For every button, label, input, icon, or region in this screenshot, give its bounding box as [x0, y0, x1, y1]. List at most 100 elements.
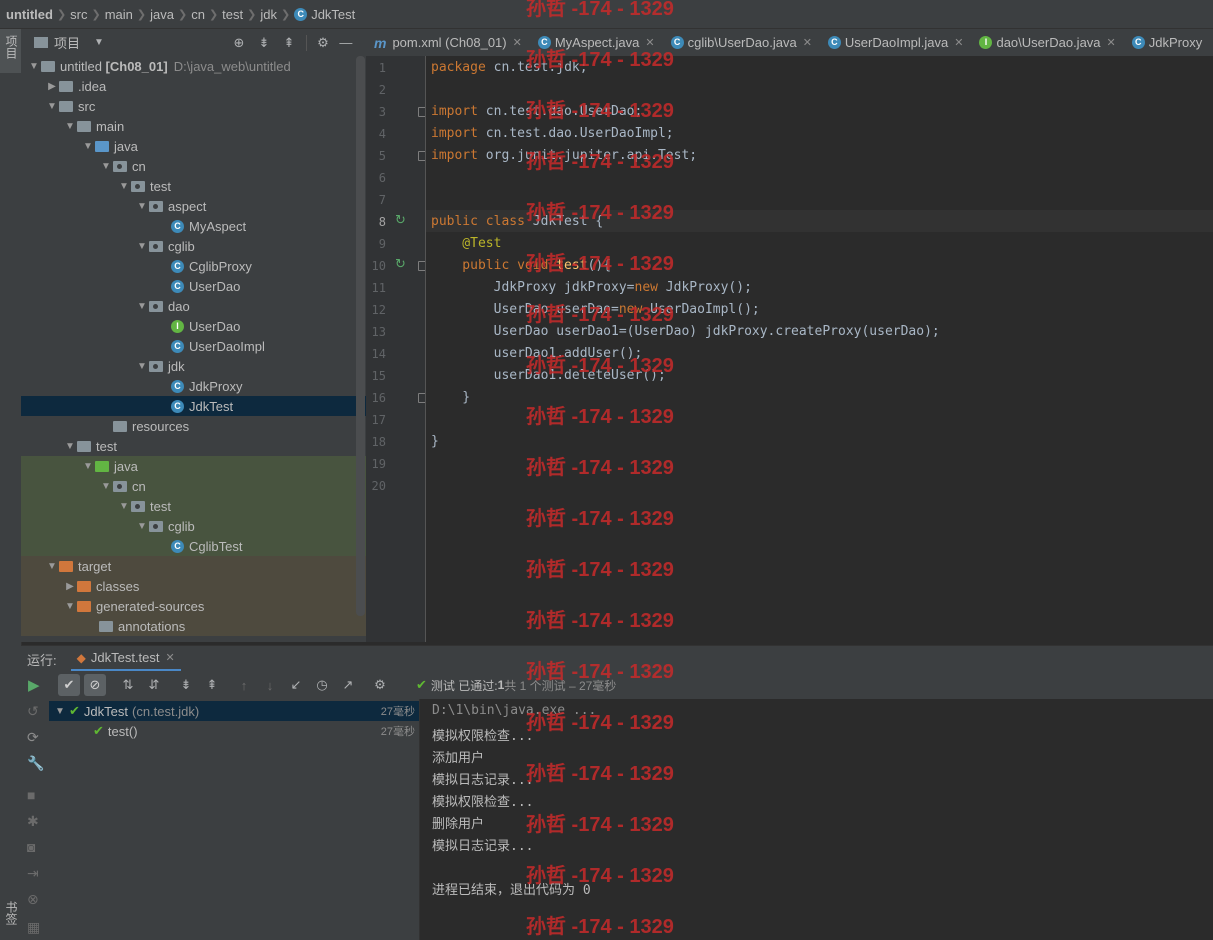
chevron-down-icon[interactable]: ▼ — [55, 706, 67, 717]
chevron-right-icon[interactable]: ▶ — [63, 581, 77, 592]
tree-item[interactable]: ▶ classes — [21, 576, 366, 596]
tree-item[interactable]: C CglibProxy — [21, 256, 366, 276]
history-icon[interactable]: ◷ — [312, 677, 332, 693]
stop-icon[interactable]: ■ — [27, 787, 35, 803]
tree-item[interactable]: I UserDao — [21, 316, 366, 336]
bookmarks-tool-label[interactable]: 书签 — [3, 901, 20, 925]
close-icon[interactable]: ✕ — [513, 36, 522, 49]
tree-item[interactable]: ▼ src — [21, 96, 366, 116]
tree-item[interactable]: ▼ cglib — [21, 236, 366, 256]
chevron-down-icon[interactable]: ▼ — [117, 181, 131, 192]
tree-item[interactable]: ▼ test — [21, 436, 366, 456]
pin-icon[interactable]: ⊗ — [27, 891, 39, 908]
show-ignored-icon[interactable]: ⊘ — [84, 674, 106, 696]
breadcrumb-item[interactable]: test — [222, 7, 243, 22]
tree-scrollbar[interactable] — [356, 56, 365, 616]
tree-item[interactable]: C UserDao — [21, 276, 366, 296]
tree-item[interactable]: ▼ cglib — [21, 516, 366, 536]
chevron-down-icon[interactable]: ▼ — [63, 441, 77, 452]
tab-cglib-userdao[interactable]: Ccglib\UserDao.java ✕ — [663, 29, 820, 56]
rerun-failed-icon[interactable]: ↺ — [27, 703, 39, 720]
tree-root[interactable]: ▼ untitled [Ch08_01] D:\java_web\untitled — [21, 56, 366, 76]
tab-jdkproxy[interactable]: C JdkProxy — [1124, 29, 1210, 56]
layout-icon[interactable]: ▦ — [27, 919, 40, 936]
breadcrumb-item[interactable]: untitled — [6, 7, 53, 22]
breadcrumb-item[interactable]: cn — [191, 7, 205, 22]
tree-item[interactable]: resources — [21, 416, 366, 436]
arrow-up-icon[interactable]: ↑ — [234, 678, 254, 693]
chevron-down-icon[interactable]: ▼ — [135, 361, 149, 372]
collapse-all-icon[interactable]: ⇞ — [280, 35, 298, 51]
tree-item[interactable]: ▼ test — [21, 496, 366, 516]
tree-item[interactable]: C UserDaoImpl — [21, 336, 366, 356]
tab-userdaoimpl[interactable]: C UserDaoImpl.java ✕ — [820, 29, 972, 56]
run-tab[interactable]: ◆ JdkTest.test ✕ — [70, 646, 181, 672]
tree-item[interactable]: ▼ target — [21, 556, 366, 576]
close-icon[interactable]: ✕ — [803, 36, 812, 49]
close-icon[interactable]: ✕ — [166, 651, 175, 664]
tree-item[interactable]: ▼ java — [21, 456, 366, 476]
project-tool-button[interactable]: 项目 — [0, 29, 21, 73]
exit-icon[interactable]: ⇥ — [27, 865, 39, 882]
rerun-icon[interactable]: ▶ — [28, 676, 46, 694]
chevron-down-icon[interactable]: ▼ — [135, 241, 149, 252]
chevron-down-icon[interactable]: ▼ — [63, 121, 77, 132]
chevron-down-icon[interactable]: ▼ — [81, 461, 95, 472]
chevron-down-icon[interactable]: ▼ — [117, 501, 131, 512]
run-test-icon[interactable]: ↻ — [395, 256, 406, 272]
breadcrumb-item[interactable]: src — [70, 7, 87, 22]
locate-icon[interactable]: ⊕ — [230, 35, 248, 51]
chevron-down-icon[interactable]: ▼ — [135, 201, 149, 212]
tree-item-selected[interactable]: C JdkTest — [21, 396, 366, 416]
chevron-down-icon[interactable]: ▼ — [135, 301, 149, 312]
chevron-down-icon[interactable]: ▼ — [45, 101, 59, 112]
debug-icon[interactable]: ✱ — [27, 813, 39, 830]
sort-alpha-icon[interactable]: ⇅ — [118, 677, 138, 693]
gear-icon[interactable]: ⚙ — [314, 35, 332, 51]
chevron-down-icon[interactable]: ▼ — [94, 37, 104, 48]
tree-item[interactable]: annotations — [21, 616, 366, 636]
arrow-down-icon[interactable]: ↓ — [260, 678, 280, 693]
import-tests-icon[interactable]: ↙ — [286, 677, 306, 693]
expand-all-icon[interactable]: ⇟ — [255, 35, 273, 51]
camera-icon[interactable]: ◙ — [27, 839, 35, 855]
close-icon[interactable]: ✕ — [954, 36, 963, 49]
tab-dao-userdao[interactable]: Idao\UserDao.java ✕ — [971, 29, 1123, 56]
tab-pom[interactable]: m pom.xml (Ch08_01) ✕ — [366, 29, 530, 56]
run-test-icon[interactable]: ↻ — [395, 212, 406, 228]
toggle-auto-test-icon[interactable]: ⟳ — [27, 729, 39, 746]
show-passed-icon[interactable]: ✔ — [58, 674, 80, 696]
tree-item[interactable]: ▼ jdk — [21, 356, 366, 376]
tree-item[interactable]: ▼ test — [21, 176, 366, 196]
tree-item[interactable]: ▼ cn — [21, 476, 366, 496]
minimize-icon[interactable]: — — [337, 35, 355, 50]
expand-all-icon[interactable]: ⇟ — [176, 677, 196, 693]
tree-item[interactable]: ▼ generated-sources — [21, 596, 366, 616]
wrench-icon[interactable]: 🔧 — [27, 755, 44, 772]
tree-item[interactable]: C CglibTest — [21, 536, 366, 556]
chevron-right-icon[interactable]: ▶ — [45, 81, 59, 92]
tree-item[interactable]: ▼ cn — [21, 156, 366, 176]
chevron-down-icon[interactable]: ▼ — [99, 161, 113, 172]
tree-item[interactable]: ▶ .idea — [21, 76, 366, 96]
project-view-title[interactable]: 项目 — [54, 33, 80, 52]
tree-item[interactable]: ▼ dao — [21, 296, 366, 316]
chevron-down-icon[interactable]: ▼ — [135, 521, 149, 532]
collapse-all-icon[interactable]: ⇞ — [202, 677, 222, 693]
sort-duration-icon[interactable]: ⇵ — [144, 677, 164, 693]
breadcrumb-item[interactable]: java — [150, 7, 174, 22]
tree-item[interactable]: ▼ aspect — [21, 196, 366, 216]
export-icon[interactable]: ↗ — [338, 677, 358, 693]
test-suite-row[interactable]: ▼ ✔ JdkTest (cn.test.jdk) 27毫秒 — [49, 701, 419, 721]
tree-item[interactable]: C MyAspect — [21, 216, 366, 236]
chevron-down-icon[interactable]: ▼ — [27, 61, 41, 72]
breadcrumb-item[interactable]: main — [105, 7, 133, 22]
tree-item[interactable]: ▼ java — [21, 136, 366, 156]
chevron-down-icon[interactable]: ▼ — [81, 141, 95, 152]
breadcrumb-item[interactable]: jdk — [260, 7, 277, 22]
chevron-down-icon[interactable]: ▼ — [63, 601, 77, 612]
close-icon[interactable]: ✕ — [1107, 36, 1116, 49]
chevron-down-icon[interactable]: ▼ — [99, 481, 113, 492]
gear-icon[interactable]: ⚙ — [370, 677, 390, 693]
breadcrumb-item[interactable]: JdkTest — [311, 7, 355, 22]
